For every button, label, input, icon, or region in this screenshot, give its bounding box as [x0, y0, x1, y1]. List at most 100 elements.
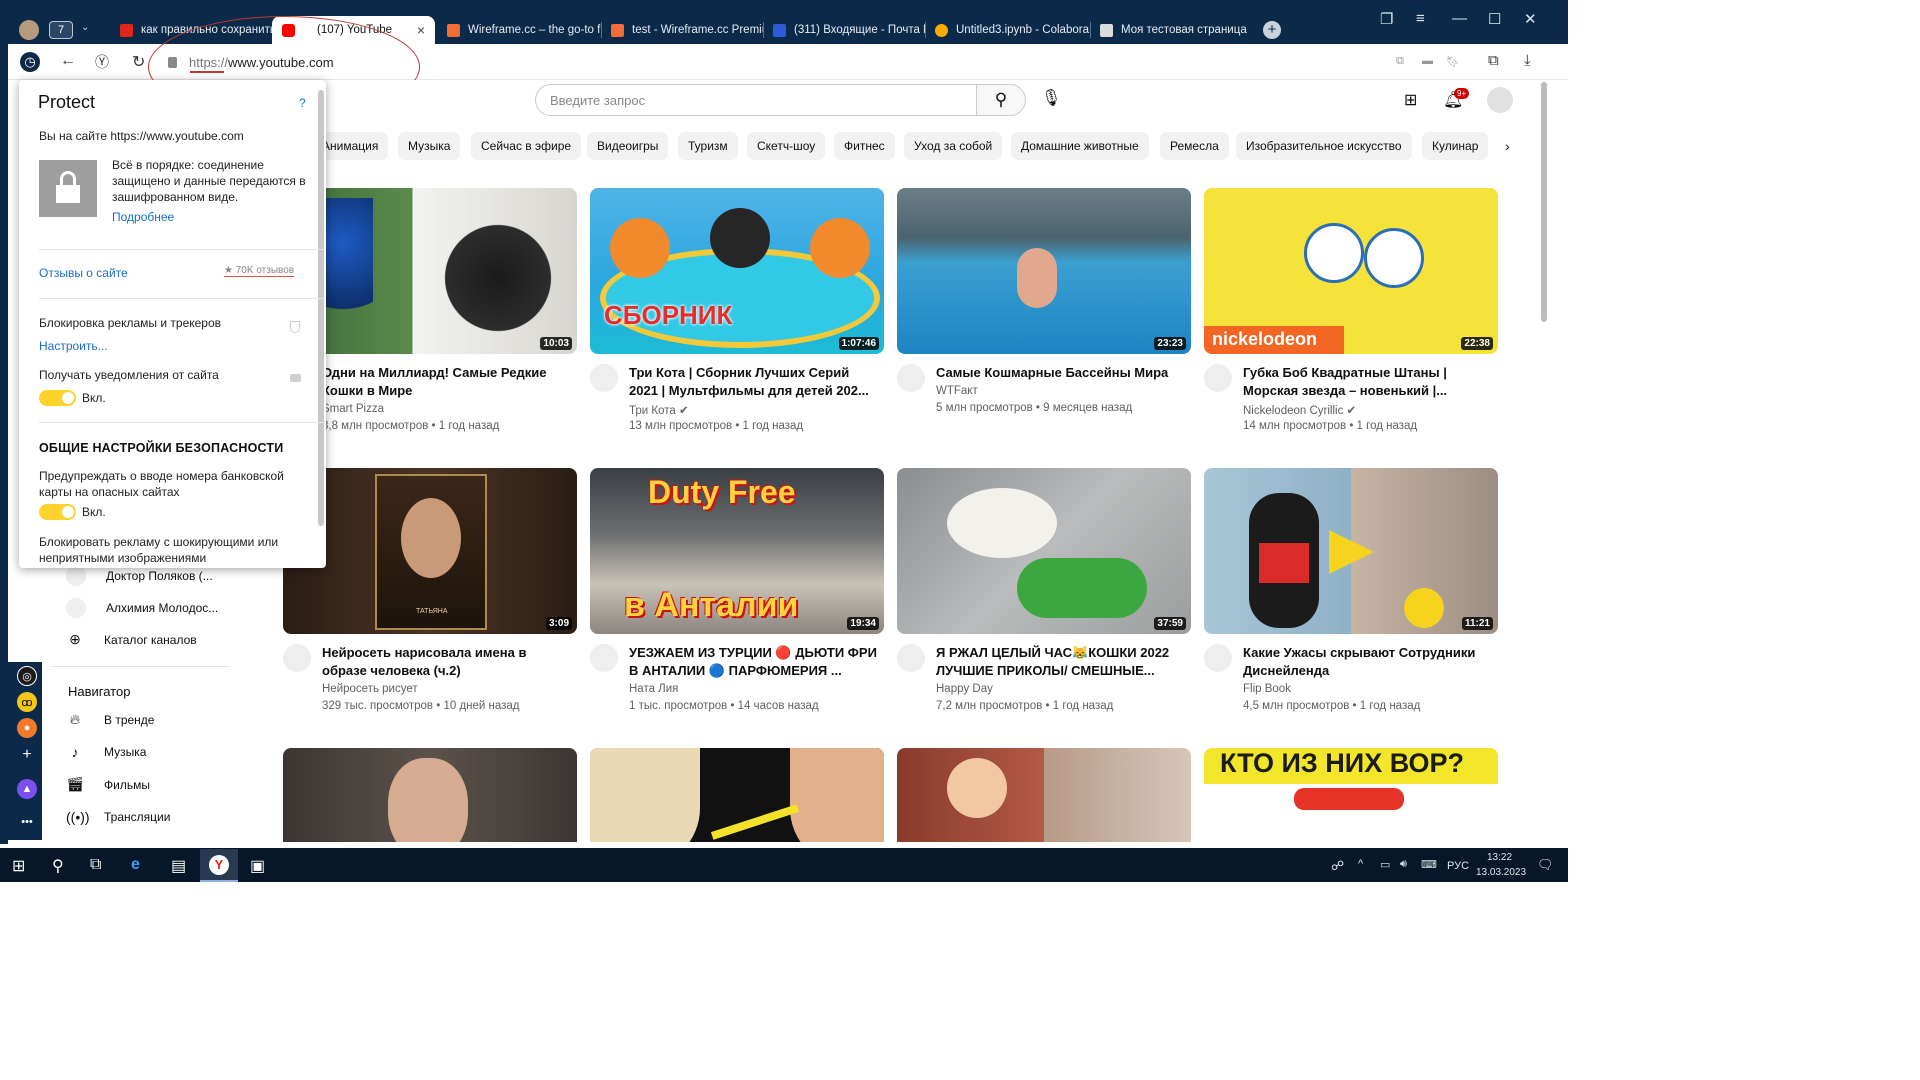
tab-wireframe[interactable]: Wireframe.cc – the go-to fr — [437, 16, 601, 44]
assistant-icon[interactable]: ▲ — [17, 779, 37, 799]
chip[interactable]: Изобразительное искусство — [1236, 132, 1412, 160]
chip[interactable]: Туризм — [678, 132, 738, 160]
add-panel-icon[interactable]: + — [17, 745, 37, 765]
sidebar-item-trending[interactable]: 🔥︎ В тренде — [66, 711, 155, 728]
people-icon[interactable]: ☍ — [1331, 858, 1344, 874]
chip[interactable]: Уход за собой — [904, 132, 1003, 160]
reader-icon[interactable]: ▬ — [1422, 55, 1433, 67]
sidebar-item-live[interactable]: ((•)) Трансляции — [66, 809, 170, 825]
history-icon[interactable]: ◷ — [20, 52, 40, 72]
channel-name[interactable]: Nickelodeon Cyrillic ✔︎ — [1243, 403, 1356, 417]
network-icon[interactable]: ▭ — [1380, 858, 1390, 871]
video-card[interactable] — [283, 748, 577, 842]
sidebar-item-movies[interactable]: 🎬︎ Фильмы — [66, 776, 150, 793]
minimize-icon[interactable]: — — [1452, 10, 1467, 27]
tray-chevron-icon[interactable]: ^ — [1358, 858, 1363, 870]
internet-explorer-icon[interactable]: e — [131, 856, 140, 874]
channel-name[interactable]: Ната Лия — [629, 683, 678, 695]
channel-avatar[interactable] — [1204, 364, 1232, 392]
channel-avatar[interactable] — [897, 644, 925, 672]
video-title[interactable]: Одни на Миллиард! Самые Редкие Кошки в М… — [322, 364, 572, 400]
alice-icon[interactable]: ◎ — [17, 666, 37, 686]
file-icon[interactable]: ▤ — [171, 856, 186, 876]
search-button[interactable]: ⚲ — [976, 84, 1026, 116]
tabs-dropdown-icon[interactable]: ⌄ — [81, 22, 89, 33]
video-thumbnail[interactable] — [283, 748, 577, 842]
channel-avatar[interactable] — [897, 364, 925, 392]
clock-time[interactable]: 13:22 — [1487, 852, 1512, 863]
translate-icon[interactable]: ⧉ — [1396, 55, 1404, 68]
close-window-icon[interactable]: ✕ — [1524, 10, 1537, 28]
menu-icon[interactable]: ≡ — [1416, 10, 1425, 27]
video-thumbnail[interactable]: 23:23 — [897, 188, 1191, 354]
page-scrollbar[interactable] — [1541, 82, 1547, 322]
video-thumbnail[interactable]: 11:21 — [1204, 468, 1498, 634]
video-card[interactable] — [897, 748, 1191, 842]
video-title[interactable]: Какие Ужасы скрывают Сотрудники Диснейле… — [1243, 644, 1493, 680]
video-thumbnail[interactable]: 10:03 — [283, 188, 577, 354]
help-icon[interactable]: ? — [299, 96, 306, 110]
yandex-icon[interactable]: Ⓨ — [95, 52, 109, 72]
tab-test-page[interactable]: Моя тестовая страница — [1090, 16, 1252, 44]
chip[interactable]: Ремесла — [1160, 132, 1229, 160]
channel-name[interactable]: Нейросеть рисует — [322, 683, 418, 695]
chip[interactable]: Сейчас в эфире — [471, 132, 582, 160]
account-avatar[interactable] — [1487, 87, 1513, 113]
video-thumbnail[interactable] — [897, 748, 1191, 842]
tab-colab[interactable]: Untitled3.ipynb - Colabora — [925, 16, 1090, 44]
video-card[interactable]: КТО ИЗ НИХ ВОР? — [1204, 748, 1498, 842]
video-title[interactable]: Нейросеть нарисовала имена в образе чело… — [322, 644, 572, 680]
task-view-icon[interactable]: ⧉ — [90, 856, 101, 874]
chip[interactable]: Кулинар — [1422, 132, 1489, 160]
search-icon[interactable]: ⚲ — [52, 856, 64, 876]
app-icon[interactable]: ▣ — [250, 856, 265, 876]
back-icon[interactable]: ← — [60, 52, 76, 70]
new-tab-button[interactable]: + — [1263, 21, 1281, 39]
windows-start-icon[interactable]: ⊞ — [12, 856, 25, 876]
channel-name[interactable]: Happy Day — [936, 683, 993, 695]
tab-counter-button[interactable]: 7 — [49, 21, 73, 39]
sidebar-item-subscription[interactable]: Доктор Поляков (... — [66, 566, 213, 586]
microphone-icon[interactable]: 🎙︎ — [1041, 88, 1061, 108]
channel-avatar[interactable] — [590, 644, 618, 672]
bookmark-icon[interactable]: 🔖︎ — [1446, 55, 1460, 68]
video-title[interactable]: УЕЗЖАЕМ ИЗ ТУРЦИИ 🔴 ДЬЮТИ ФРИ В АНТАЛИИ … — [629, 644, 879, 680]
chip[interactable]: Скетч-шоу — [747, 132, 826, 160]
collections-icon[interactable]: ❐ — [1380, 10, 1393, 28]
extensions-icon[interactable]: ⧉ — [1488, 52, 1499, 69]
chip[interactable]: Видеоигры — [587, 132, 669, 160]
video-thumbnail[interactable] — [590, 748, 884, 842]
search-input[interactable]: Введите запрос — [535, 84, 977, 116]
reviews-link[interactable]: Отзывы о сайте — [39, 265, 128, 281]
video-thumbnail[interactable]: КТО ИЗ НИХ ВОР? — [1204, 748, 1498, 842]
configure-link[interactable]: Настроить... — [39, 338, 108, 354]
video-thumbnail[interactable]: СБОРНИК 1:07:46 — [590, 188, 884, 354]
maximize-icon[interactable]: ☐ — [1488, 10, 1501, 28]
food-icon[interactable]: ● — [17, 718, 37, 738]
bank-warn-toggle[interactable] — [39, 504, 76, 520]
channel-name[interactable]: Три Кота ✔︎ — [629, 403, 689, 417]
video-card[interactable] — [590, 748, 884, 842]
more-icon[interactable]: ••• — [17, 812, 37, 832]
video-thumbnail[interactable]: Duty Free в Анталии 19:34 — [590, 468, 884, 634]
download-icon[interactable]: ⤓ — [1524, 52, 1531, 69]
zen-icon[interactable]: ꝏ — [17, 692, 37, 712]
reviews-count[interactable]: ★ 70K отзывов — [224, 265, 295, 277]
video-thumbnail[interactable]: 37:59 — [897, 468, 1191, 634]
volume-icon[interactable]: 🔊︎ — [1400, 858, 1407, 871]
channel-avatar[interactable] — [1204, 644, 1232, 672]
notification-center-icon[interactable]: 🗨︎ — [1537, 857, 1554, 873]
channel-avatar[interactable] — [283, 644, 311, 672]
popup-scrollbar[interactable] — [318, 90, 324, 526]
video-title[interactable]: Губка Боб Квадратные Штаны | Морская зве… — [1243, 364, 1493, 400]
notify-toggle[interactable] — [39, 390, 76, 406]
tab-mail[interactable]: (311) Входящие - Почта М — [763, 16, 925, 44]
chip[interactable]: Музыка — [398, 132, 461, 160]
video-thumbnail[interactable]: nickelodeon 22:38 — [1204, 188, 1498, 354]
video-thumbnail[interactable]: ТАТЬЯНА 3:09 — [283, 468, 577, 634]
language-indicator[interactable]: РУС — [1447, 860, 1469, 872]
create-video-icon[interactable]: ⊞ — [1404, 90, 1417, 110]
close-tab-icon[interactable]: × — [417, 22, 425, 38]
sidebar-item-music[interactable]: ♪ Музыка — [66, 744, 147, 760]
sidebar-item-catalog[interactable]: ⊕ Каталог каналов — [66, 631, 197, 648]
